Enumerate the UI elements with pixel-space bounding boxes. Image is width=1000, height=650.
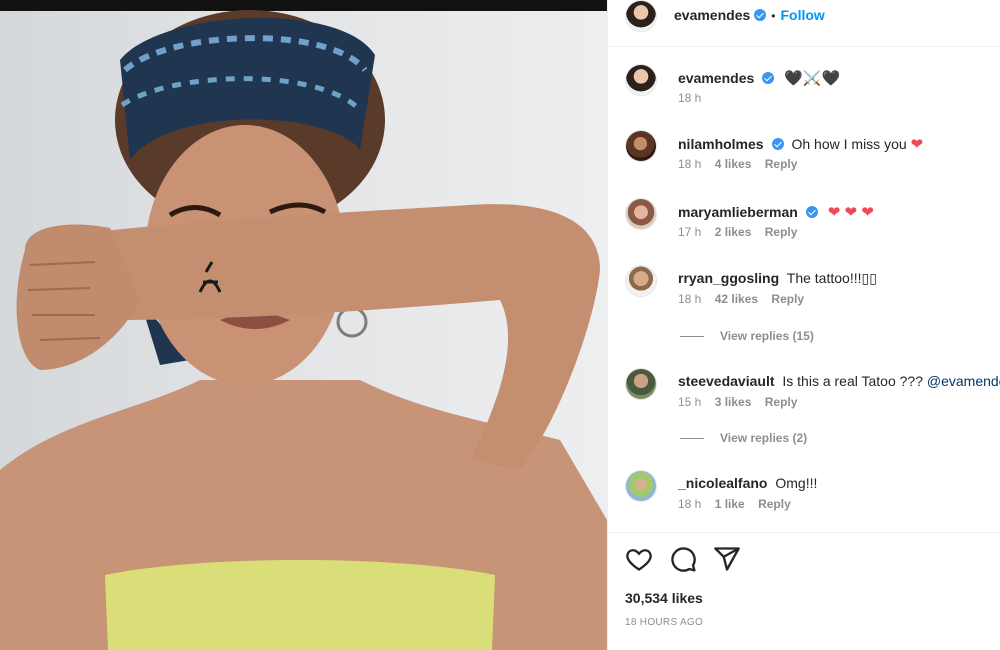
view-replies-label: View replies (15) (720, 329, 814, 343)
verified-badge-icon (805, 206, 818, 218)
comment-meta: 18 h 4 likes Reply (678, 157, 807, 171)
paper-plane-icon[interactable] (713, 545, 741, 573)
reply-button[interactable]: Reply (765, 395, 798, 409)
reply-button[interactable]: Reply (765, 157, 798, 171)
comment-text: nilamholmes Oh how I miss you ❤ (678, 135, 923, 153)
caption-emoji: 🖤⚔️🖤 (784, 70, 841, 87)
comment-item: steevedaviault Is this a real Tatoo ??? … (625, 368, 1000, 416)
view-replies-button[interactable]: View replies (15) (680, 329, 814, 343)
actions-divider (608, 532, 1000, 533)
comment-time: 18 h (678, 497, 702, 511)
comment-bubble-icon[interactable] (669, 545, 697, 573)
comment-avatar[interactable] (625, 368, 657, 400)
heart-outline-icon[interactable] (625, 545, 653, 573)
comment-time: 18 h (678, 292, 702, 306)
verified-badge-icon (762, 72, 775, 84)
comment-time: 18 h (678, 157, 702, 171)
comment-likes[interactable]: 3 likes (715, 395, 752, 409)
comment-username[interactable]: steevedaviault (678, 373, 775, 389)
comment-body: Omg!!! (775, 475, 818, 491)
comment-item: maryamlieberman ❤ ❤ ❤ 17 h 2 likes Reply (625, 198, 1000, 246)
comment-body: The tattoo!!!▯▯ (786, 270, 877, 286)
post-header: evamendes • Follow (674, 7, 825, 38)
comment-item: nilamholmes Oh how I miss you ❤ 18 h 4 l… (625, 130, 1000, 178)
caption: evamendes 🖤⚔️🖤 18 h (625, 64, 1000, 112)
replies-line (680, 336, 704, 338)
comment-username[interactable]: rryan_ggosling (678, 270, 779, 286)
comment-meta: 18 h 1 like Reply (678, 497, 801, 511)
reply-button[interactable]: Reply (758, 497, 791, 511)
reply-button[interactable]: Reply (765, 225, 798, 239)
comment-meta: 15 h 3 likes Reply (678, 395, 807, 409)
comment-likes[interactable]: 4 likes (715, 157, 752, 171)
post-side-panel: evamendes • Follow evamendes 🖤⚔️🖤 18 h nil… (607, 0, 1000, 650)
caption-username[interactable]: evamendes (678, 70, 754, 86)
photo-illustration (0, 10, 607, 650)
comment-avatar[interactable] (625, 265, 657, 297)
mention-link[interactable]: @evamendes (927, 373, 1000, 389)
comment-meta: 17 h 2 likes Reply (678, 225, 807, 239)
author-avatar[interactable] (625, 0, 657, 32)
view-replies-button[interactable]: View replies (2) (680, 431, 807, 445)
comment-username[interactable]: _nicolealfano (678, 475, 767, 491)
post-timestamp: 18 HOURS AGO (625, 617, 704, 628)
comment-avatar[interactable] (625, 470, 657, 502)
comment-avatar[interactable] (625, 130, 657, 162)
verified-badge-icon (754, 9, 767, 21)
comment-text: _nicolealfano Omg!!! (678, 475, 817, 491)
verified-badge-icon (771, 138, 784, 150)
post-photo[interactable] (0, 0, 607, 650)
header-divider (608, 46, 1000, 47)
comment-body: Is this a real Tatoo ??? (782, 373, 923, 389)
replies-line (680, 438, 704, 440)
comment-time: 15 h (678, 395, 702, 409)
comment-item: rryan_ggosling The tattoo!!!▯▯ 18 h 42 l… (625, 265, 1000, 313)
view-replies-label: View replies (2) (720, 431, 808, 445)
follow-button[interactable]: Follow (780, 7, 824, 23)
comment-text: rryan_ggosling The tattoo!!!▯▯ (678, 270, 877, 287)
comment-username[interactable]: nilamholmes (678, 136, 764, 152)
comment-likes[interactable]: 2 likes (715, 225, 752, 239)
comment-meta: 18 h 42 likes Reply (678, 292, 814, 306)
comment-likes[interactable]: 1 like (715, 497, 745, 511)
comment-time: 17 h (678, 225, 702, 239)
comment-text: maryamlieberman ❤ ❤ ❤ (678, 203, 874, 221)
comment-text: steevedaviault Is this a real Tatoo ??? … (678, 373, 1000, 389)
reply-button[interactable]: Reply (771, 292, 804, 306)
heart-emoji: ❤ (910, 136, 924, 153)
comment-username[interactable]: maryamlieberman (678, 204, 798, 220)
comment-body: Oh how I miss you (791, 136, 907, 152)
heart-emoji: ❤ ❤ ❤ (827, 204, 874, 221)
comment-likes[interactable]: 42 likes (715, 292, 758, 306)
header-separator: • (771, 9, 776, 23)
comment-item: _nicolealfano Omg!!! 18 h 1 like Reply (625, 470, 1000, 518)
author-username[interactable]: evamendes (674, 7, 750, 23)
caption-meta: 18 h (678, 91, 711, 105)
caption-time: 18 h (678, 91, 702, 105)
caption-text: evamendes 🖤⚔️🖤 (678, 69, 840, 87)
like-count[interactable]: 30,534 likes (625, 590, 703, 606)
comment-avatar[interactable] (625, 198, 657, 230)
caption-avatar[interactable] (625, 64, 657, 96)
